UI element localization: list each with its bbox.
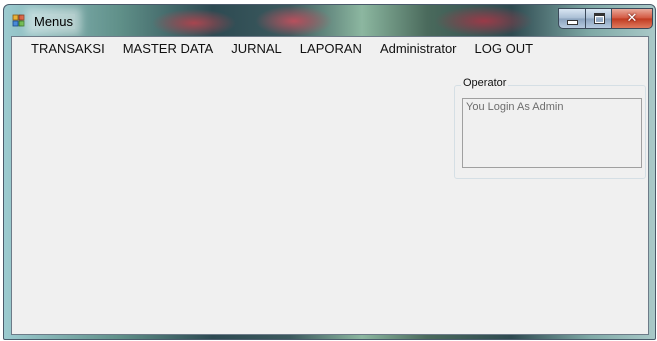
operator-group-label: Operator — [461, 77, 509, 89]
title-bar[interactable]: Menus ✕ — [4, 5, 655, 37]
menu-item-administrator[interactable]: Administrator — [371, 39, 466, 58]
client-area: TRANSAKSI MASTER DATA JURNAL LAPORAN Adm… — [11, 36, 649, 335]
operator-status-textbox[interactable]: You Login As Admin — [462, 98, 642, 168]
app-window: Menus ✕ TRANSAKSI MASTER DATA JURNAL LAP… — [3, 4, 656, 340]
menu-item-transaksi[interactable]: TRANSAKSI — [22, 39, 114, 58]
operator-groupbox: Operator You Login As Admin — [454, 77, 646, 179]
app-icon — [12, 14, 25, 27]
menu-item-laporan[interactable]: LAPORAN — [291, 39, 371, 58]
menu-item-master-data[interactable]: MASTER DATA — [114, 39, 223, 58]
maximize-button[interactable] — [585, 8, 613, 29]
close-button[interactable]: ✕ — [611, 8, 653, 29]
menu-item-log-out[interactable]: LOG OUT — [466, 39, 543, 58]
window-title: Menus — [32, 14, 76, 29]
maximize-icon — [593, 13, 605, 24]
menu-item-jurnal[interactable]: JURNAL — [222, 39, 291, 58]
minimize-button[interactable] — [558, 8, 587, 29]
close-icon: ✕ — [626, 11, 638, 26]
minimize-icon — [567, 20, 578, 25]
menu-bar: TRANSAKSI MASTER DATA JURNAL LAPORAN Adm… — [12, 37, 648, 59]
